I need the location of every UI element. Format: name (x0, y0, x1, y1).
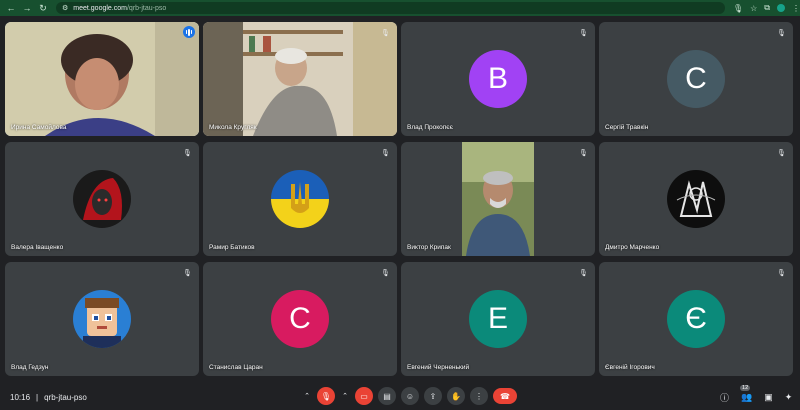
participant-video (462, 142, 534, 256)
participant-tile[interactable]: 🎙 B Влад Прокопєє (401, 22, 595, 136)
muted-mic-icon: 🎙 (381, 269, 390, 277)
participant-initial-avatar: C (667, 50, 725, 108)
participant-grid: Ирина Самойлова 🎙 Микола Кругляк 🎙 B Вла… (5, 22, 797, 376)
browser-menu-icon[interactable]: ⋮ (792, 4, 800, 13)
url-domain: meet.google.com (73, 4, 127, 12)
cartoon-boy-avatar (73, 290, 131, 348)
more-options-button[interactable]: ⋮ (470, 387, 488, 405)
participant-tile[interactable]: Ирина Самойлова (5, 22, 199, 136)
reload-icon[interactable]: ↻ (38, 3, 48, 14)
participant-name: Влад Гедзун (11, 364, 49, 371)
participant-tile[interactable]: 🎙 Дмитро Марченко (599, 142, 793, 256)
back-icon[interactable]: ← (6, 3, 16, 14)
muted-mic-icon: 🎙 (381, 149, 390, 157)
participant-tile[interactable]: 🎙 Є Євгенiй Ігорович (599, 262, 793, 376)
profile-avatar[interactable] (777, 4, 785, 12)
participant-name: Евгений Черненький (407, 364, 470, 371)
participant-name: Сергій Травкін (605, 124, 649, 131)
participant-name: Микола Кругляк (209, 124, 257, 131)
meeting-details-icon[interactable]: ⓘ (720, 391, 729, 404)
participant-name: Влад Прокопєє (407, 124, 453, 131)
speaking-indicator-icon (183, 26, 195, 38)
participant-tile[interactable]: 🎙 E Евгений Черненький (401, 262, 595, 376)
video-options-chevron-icon[interactable]: ⌃ (340, 387, 350, 405)
chat-icon[interactable]: ▣ (764, 392, 773, 403)
present-screen-button[interactable]: ⇪ (424, 387, 442, 405)
address-bar[interactable]: ⚙ meet.google.com/qrb-jtau-pso (56, 2, 725, 14)
participant-video (203, 22, 397, 136)
muted-mic-icon: 🎙 (579, 149, 588, 157)
audio-options-chevron-icon[interactable]: ⌃ (302, 387, 312, 405)
participant-name: Євгенiй Ігорович (605, 364, 655, 371)
participant-initial-avatar: B (469, 50, 527, 108)
meeting-control-bar: 10:16 | qrb-jtau-pso ⌃ 🎙 ⌃ ▭ ▤ ☺ ⇪ ✋ ⋮ ☎… (0, 384, 800, 410)
site-info-icon[interactable]: ⚙ (62, 4, 68, 12)
participant-name: Станислав Царан (209, 364, 263, 371)
camera-off-button[interactable]: ▭ (355, 387, 373, 405)
participant-initial-avatar: E (469, 290, 527, 348)
participant-initial-avatar: Є (667, 290, 725, 348)
participant-tile[interactable]: 🎙 C Сергій Травкін (599, 22, 793, 136)
participant-count-badge: 12 (740, 385, 751, 391)
participant-video (5, 22, 199, 136)
muted-mic-icon: 🎙 (183, 149, 192, 157)
bookmark-star-icon[interactable]: ☆ (750, 4, 757, 13)
meeting-clock: 10:16 (10, 393, 31, 402)
participant-name: Ирина Самойлова (11, 124, 67, 131)
black-white-art-avatar (667, 170, 725, 228)
participant-tile[interactable]: 🎙 Рамир Батиков (203, 142, 397, 256)
ukraine-flag-trident-avatar (271, 170, 329, 228)
forward-icon[interactable]: → (22, 3, 32, 14)
participant-tile[interactable]: 🎙 Микола Кругляк (203, 22, 397, 136)
browser-toolbar: ← → ↻ ⚙ meet.google.com/qrb-jtau-pso 🎙 ☆… (0, 0, 800, 16)
extensions-icon[interactable]: ⧉ (764, 3, 770, 13)
muted-mic-icon: 🎙 (381, 29, 390, 37)
microphone-off-button[interactable]: 🎙 (317, 387, 335, 405)
meeting-code: qrb-jtau-pso (44, 393, 87, 402)
muted-mic-icon: 🎙 (579, 29, 588, 37)
raise-hand-button[interactable]: ✋ (447, 387, 465, 405)
url-path: /qrb-jtau-pso (126, 4, 167, 12)
captions-button[interactable]: ▤ (378, 387, 396, 405)
muted-mic-icon: 🎙 (777, 269, 786, 277)
participant-name: Валера Іващенко (11, 244, 64, 251)
activities-icon[interactable]: ✦ (785, 392, 793, 403)
leave-call-button[interactable]: ☎ (493, 388, 517, 404)
participant-name: Дмитро Марченко (605, 244, 660, 251)
reactions-button[interactable]: ☺ (401, 387, 419, 405)
participant-name: Виктор Крипак (407, 244, 451, 251)
participant-name: Рамир Батиков (209, 244, 255, 251)
participant-initial-avatar: C (271, 290, 329, 348)
participant-tile[interactable]: 🎙 Валера Іващенко (5, 142, 199, 256)
muted-mic-icon: 🎙 (777, 149, 786, 157)
muted-mic-icon: 🎙 (777, 29, 786, 37)
people-button[interactable]: 12 👥 (740, 385, 752, 403)
microphone-permission-icon[interactable]: 🎙 (733, 4, 743, 13)
muted-mic-icon: 🎙 (579, 269, 588, 277)
participant-tile[interactable]: 🎙 Виктор Крипак (401, 142, 595, 256)
red-dragon-avatar (73, 170, 131, 228)
participant-tile[interactable]: 🎙 C Станислав Царан (203, 262, 397, 376)
muted-mic-icon: 🎙 (183, 269, 192, 277)
meeting-info-separator: | (36, 393, 39, 402)
participant-tile[interactable]: 🎙 Влад Гедзун (5, 262, 199, 376)
